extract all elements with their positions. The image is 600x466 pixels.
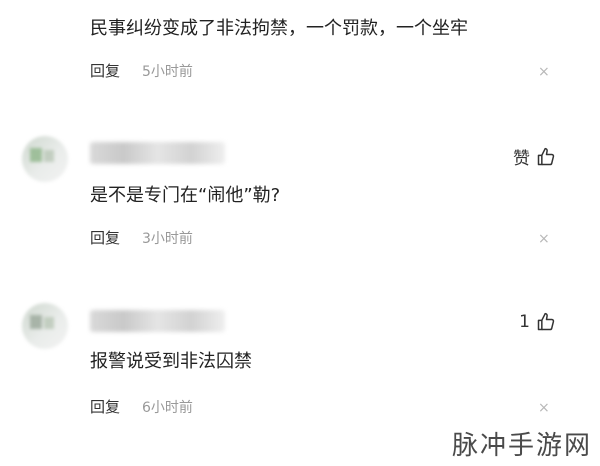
like-button[interactable]: 赞	[513, 144, 556, 169]
comment-time: 3小时前	[142, 230, 193, 247]
avatar[interactable]	[22, 136, 68, 182]
reply-button[interactable]: 回复	[90, 227, 120, 248]
comment-time: 5小时前	[142, 63, 193, 80]
comment-text: 报警说受到非法囚禁	[90, 351, 252, 372]
username-blurred[interactable]	[90, 310, 225, 332]
comment-text: 是不是专门在“闹他”勒?	[90, 185, 281, 206]
comment-actions: 回复 6小时前	[90, 396, 193, 417]
close-icon[interactable]: ×	[538, 231, 550, 247]
avatar[interactable]	[22, 303, 68, 349]
comment-actions: 回复 3小时前	[90, 227, 193, 248]
close-icon[interactable]: ×	[538, 400, 550, 416]
close-icon[interactable]: ×	[538, 64, 550, 80]
reply-button[interactable]: 回复	[90, 60, 120, 81]
like-label: 赞	[513, 149, 530, 169]
thumbs-up-icon	[536, 147, 556, 167]
comment-text: 民事纠纷变成了非法拘禁，一个罚款，一个坐牢	[90, 18, 468, 39]
comment-time: 6小时前	[142, 399, 193, 416]
like-button[interactable]: 1	[519, 312, 556, 332]
reply-button[interactable]: 回复	[90, 396, 120, 417]
like-count: 1	[519, 312, 530, 332]
thumbs-up-icon	[536, 312, 556, 332]
comment-actions: 回复 5小时前	[90, 60, 193, 81]
watermark: 脉冲手游网	[451, 431, 592, 461]
username-blurred[interactable]	[90, 142, 225, 164]
